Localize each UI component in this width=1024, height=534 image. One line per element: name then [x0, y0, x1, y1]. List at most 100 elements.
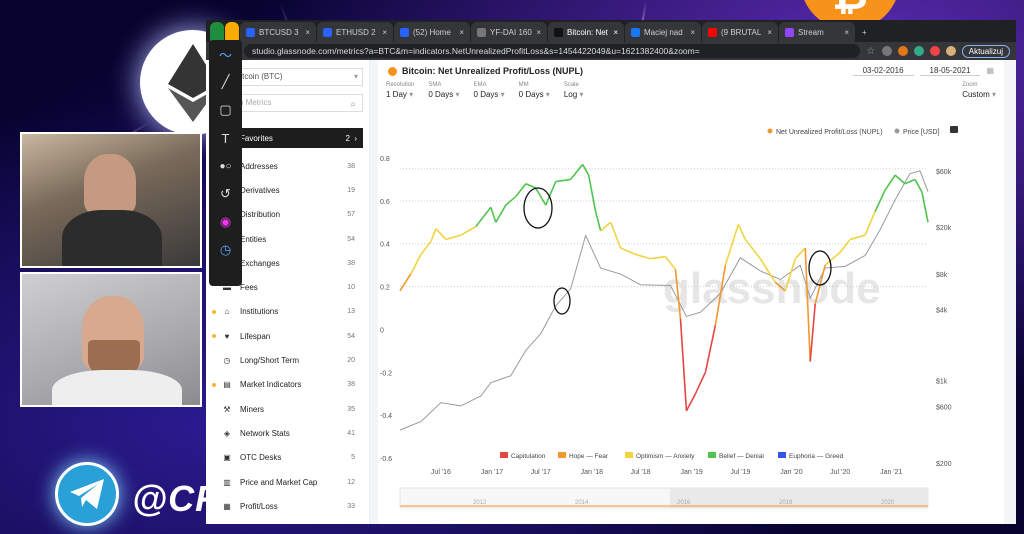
browser-tab[interactable]: ETHUSD 2 × [317, 22, 393, 42]
chart-controls: Resolution 1 Day SMA 0 Days EMA 0 Days MM 0 Day… [378, 82, 1004, 112]
sidebar-item-institutions[interactable]: ⌂ Institutions 13 [206, 300, 369, 324]
close-icon[interactable]: × [382, 28, 387, 37]
nupl-series-segment [679, 318, 688, 411]
nupl-series-segment [609, 221, 622, 249]
rectangle-icon[interactable]: ▢ [209, 96, 242, 124]
sidebar-item-market-indicators[interactable]: ▤ Market Indicators 38 [206, 373, 369, 397]
sidebar-item-profit-loss[interactable]: ▦ Profit/Loss 33 [206, 494, 369, 518]
y-tick-label: 0.4 [380, 242, 390, 249]
update-button[interactable]: Aktualizuj [961, 44, 1010, 58]
sidebar-item-miners[interactable]: ⚒ Miners 35 [206, 397, 369, 421]
browser-tab[interactable]: (52) Home × [394, 22, 470, 42]
navigator-year-label: 2014 [575, 500, 589, 506]
undo-icon[interactable]: ↺ [209, 180, 242, 208]
sidebar-item-network-stats[interactable]: ◈ Network Stats 41 [206, 421, 369, 445]
nupl-chart[interactable]: Net Unrealized Profit/Loss (NUPL) Price [… [378, 118, 960, 524]
control-ema[interactable]: EMA 0 Days [474, 82, 505, 112]
legend-price-swatch [894, 128, 900, 134]
browser-tab[interactable]: BTCUSD 3 × [240, 22, 316, 42]
control-sma[interactable]: SMA 0 Days [428, 82, 459, 112]
nupl-series-segment [635, 253, 651, 260]
favorites-button[interactable]: Favorites 2 › [230, 128, 363, 148]
x-tick-label: Jul '16 [431, 469, 451, 476]
browser-tab[interactable]: Stream × [779, 22, 855, 42]
profile-avatar[interactable] [945, 46, 956, 56]
search-metrics-input[interactable]: ch Metrics ⌕ [230, 94, 363, 112]
close-icon[interactable]: × [536, 28, 541, 37]
new-tab-button[interactable]: + [856, 22, 873, 42]
sidebar-item-price-and-market-cap[interactable]: ▥ Price and Market Cap 12 [206, 470, 369, 494]
nupl-series-segment [724, 224, 740, 266]
sidebar-item-long-short-term[interactable]: ◷ Long/Short Term 20 [206, 348, 369, 372]
close-icon[interactable]: × [767, 28, 772, 37]
star-icon[interactable]: ☆ [866, 46, 876, 57]
sidebar-item-count: 10 [347, 284, 355, 292]
nupl-series-segment [600, 221, 612, 232]
sidebar-item-count: 19 [347, 186, 355, 194]
tab-label: Maciej nad [644, 27, 683, 37]
browser-tab[interactable]: Maciej nad × [625, 22, 701, 42]
y-right-tick-label: $1k [936, 379, 948, 386]
sidebar-item-otc-desks[interactable]: ▣ OTC Desks 5 [206, 446, 369, 470]
tab-favicon-icon [477, 27, 486, 37]
nupl-series-segment [495, 204, 507, 223]
close-icon[interactable]: × [690, 28, 695, 37]
sidebar-item-lifespan[interactable]: ♥ Lifespan 54 [206, 324, 369, 348]
webcam-guest [20, 272, 202, 407]
camera-icon [950, 126, 958, 133]
close-icon[interactable]: × [459, 28, 464, 37]
tab-label: YF-DAI 160 [490, 27, 532, 37]
price-market-cap-icon: ▥ [223, 477, 231, 487]
legend-nupl-swatch [767, 128, 773, 134]
glassnode-app: Bitcoin (BTC) ch Metrics ⌕ Favorites 2 ›… [206, 60, 1016, 524]
browser-tab[interactable]: Bitcoin: Net × [548, 22, 624, 42]
extension-icon[interactable] [913, 46, 924, 56]
sidebar-item-label: Market Indicators [240, 380, 302, 390]
extension-icon[interactable] [929, 46, 940, 56]
sidebar-item-label: Profit/Loss [240, 501, 278, 511]
calendar-icon[interactable]: ▦ [986, 66, 994, 76]
favorites-label: Favorites [240, 133, 273, 143]
text-icon[interactable]: T [209, 124, 242, 152]
y-tick-label: -0.4 [380, 413, 392, 420]
x-tick-label: Jan '21 [880, 469, 902, 476]
sidebar-item-count: 38 [347, 381, 355, 389]
control-value: 0 Days [474, 90, 505, 99]
browser-tab[interactable]: (9 BRUTAL × [702, 22, 778, 42]
close-icon[interactable]: × [844, 28, 849, 37]
close-icon[interactable]: × [305, 28, 310, 37]
x-tick-label: Jul '19 [730, 469, 750, 476]
market-indicators-icon: ▤ [223, 380, 231, 390]
date-to[interactable]: 18-05-2021 [919, 66, 981, 76]
pen-icon[interactable]: 〜 [209, 40, 242, 68]
timer-icon[interactable]: ◷ [209, 236, 242, 264]
effects-icon[interactable]: ●○ [209, 152, 242, 180]
zoom-value: Custom [962, 90, 996, 99]
nupl-series-segment [420, 241, 432, 255]
tab-pinned[interactable] [225, 22, 239, 42]
x-tick-label: Jan '18 [581, 469, 603, 476]
color-picker-icon[interactable]: ◉ [209, 208, 242, 236]
line-icon[interactable]: ╱ [209, 68, 242, 96]
control-scale[interactable]: Scale Log [564, 82, 584, 112]
tab-label: Stream [798, 27, 824, 37]
nupl-series-segment [410, 254, 422, 275]
close-icon[interactable]: × [613, 28, 618, 37]
url-field[interactable]: studio.glassnode.com/metrics?a=BTC&m=ind… [244, 44, 860, 58]
browser-tab[interactable]: YF-DAI 160 × [471, 22, 547, 42]
tab-favicon-icon [631, 27, 640, 37]
new-indicator [212, 286, 216, 290]
zoom-select[interactable]: Zoom Custom [962, 82, 996, 112]
tab-label: Bitcoin: Net [567, 27, 608, 37]
control-resolution[interactable]: Resolution 1 Day [386, 82, 414, 112]
nupl-series-segment [475, 206, 492, 228]
control-mm[interactable]: MM 0 Days [519, 82, 550, 112]
extension-icon[interactable] [897, 46, 908, 56]
search-icon: ⌕ [350, 99, 356, 110]
tab-label: BTCUSD 3 [259, 27, 299, 37]
tab-pinned[interactable] [210, 22, 224, 42]
asset-selector[interactable]: Bitcoin (BTC) [230, 68, 363, 86]
extension-icon[interactable] [881, 46, 892, 56]
date-from[interactable]: 03-02-2016 [852, 66, 914, 76]
legend-label: Optimism — Anxiety [636, 453, 695, 460]
